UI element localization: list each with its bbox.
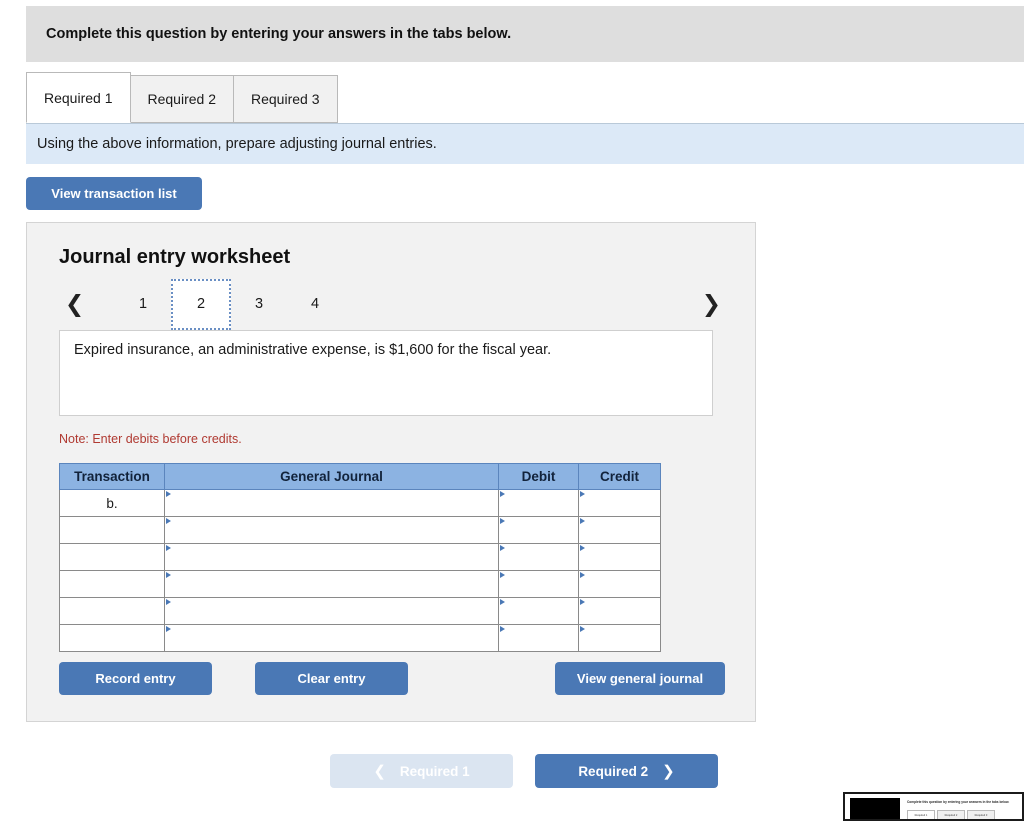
chevron-right-icon[interactable]: ❯ bbox=[702, 292, 721, 316]
column-header-general-journal: General Journal bbox=[164, 463, 499, 490]
cell-credit[interactable] bbox=[578, 516, 661, 544]
cell-transaction[interactable] bbox=[59, 597, 165, 625]
chevron-right-icon: ❯ bbox=[662, 763, 675, 780]
table-row bbox=[59, 543, 661, 571]
view-transaction-list-button[interactable]: View transaction list bbox=[26, 177, 202, 210]
dropdown-marker-icon bbox=[580, 545, 585, 551]
tab-required-1[interactable]: Required 1 bbox=[26, 72, 131, 123]
cell-general-journal[interactable] bbox=[164, 624, 499, 652]
cell-credit[interactable] bbox=[578, 597, 661, 625]
dropdown-marker-icon bbox=[166, 518, 171, 524]
sub-instruction-banner: Using the above information, prepare adj… bbox=[26, 123, 1024, 164]
dropdown-marker-icon bbox=[166, 545, 171, 551]
cell-general-journal[interactable] bbox=[164, 516, 499, 544]
pip-video-thumbnail bbox=[850, 798, 900, 819]
chevron-left-icon: ❮ bbox=[373, 763, 386, 780]
dropdown-marker-icon bbox=[500, 572, 505, 578]
cell-transaction[interactable] bbox=[59, 516, 165, 544]
record-entry-button[interactable]: Record entry bbox=[59, 662, 212, 695]
tab-label: Required 2 bbox=[147, 91, 217, 107]
pager-page-list: 1 2 3 4 bbox=[115, 278, 343, 330]
instruction-banner-text: Complete this question by entering your … bbox=[46, 26, 512, 42]
dropdown-marker-icon bbox=[166, 599, 171, 605]
dropdown-marker-icon bbox=[500, 545, 505, 551]
journal-entry-table-wrapper: Transaction General Journal Debit Credit… bbox=[59, 463, 661, 652]
table-row bbox=[59, 516, 661, 544]
tab-strip: Required 1 Required 2 Required 3 bbox=[26, 72, 1024, 123]
dropdown-marker-icon bbox=[580, 599, 585, 605]
table-row bbox=[59, 597, 661, 625]
dropdown-marker-icon bbox=[500, 518, 505, 524]
pip-mini-tab-2: Required 2 bbox=[937, 810, 965, 819]
tab-label: Required 1 bbox=[44, 89, 113, 106]
table-row bbox=[59, 624, 661, 652]
view-general-journal-button[interactable]: View general journal bbox=[555, 662, 725, 695]
pager-page-3[interactable]: 3 bbox=[231, 281, 287, 327]
dropdown-marker-icon bbox=[580, 518, 585, 524]
dropdown-marker-icon bbox=[166, 491, 171, 497]
cell-debit[interactable] bbox=[498, 597, 579, 625]
cell-transaction[interactable] bbox=[59, 624, 165, 652]
picture-in-picture-preview[interactable]: Complete this question by entering your … bbox=[843, 792, 1024, 821]
cell-general-journal[interactable] bbox=[164, 570, 499, 598]
dropdown-marker-icon bbox=[500, 599, 505, 605]
column-header-credit: Credit bbox=[578, 463, 661, 490]
column-header-transaction: Transaction bbox=[59, 463, 165, 490]
table-row bbox=[59, 570, 661, 598]
tab-label: Required 3 bbox=[251, 91, 320, 107]
chevron-left-icon[interactable]: ❮ bbox=[65, 292, 84, 316]
nav-next-required-2-button[interactable]: Required 2 ❯ bbox=[535, 754, 718, 788]
table-header-row: Transaction General Journal Debit Credit bbox=[59, 463, 661, 490]
cell-general-journal[interactable] bbox=[164, 489, 499, 517]
worksheet-pager: ❮ 1 2 3 4 ❯ bbox=[59, 278, 725, 330]
dropdown-marker-icon bbox=[580, 626, 585, 632]
pip-mini-tab-3: Required 3 bbox=[967, 810, 995, 819]
tab-required-2[interactable]: Required 2 bbox=[129, 75, 234, 123]
cell-credit[interactable] bbox=[578, 489, 661, 517]
nav-prev-label: Required 1 bbox=[399, 763, 470, 779]
table-row: b. bbox=[59, 489, 661, 517]
cell-debit[interactable] bbox=[498, 489, 579, 517]
cell-debit[interactable] bbox=[498, 516, 579, 544]
clear-entry-button[interactable]: Clear entry bbox=[255, 662, 408, 695]
cell-debit[interactable] bbox=[498, 570, 579, 598]
dropdown-marker-icon bbox=[580, 572, 585, 578]
pip-mini-tab-strip: Required 1 Required 2 Required 3 bbox=[907, 810, 995, 819]
dropdown-marker-icon bbox=[166, 626, 171, 632]
bottom-navigation: ❮ Required 1 Required 2 ❯ bbox=[330, 754, 718, 788]
dropdown-marker-icon bbox=[166, 572, 171, 578]
column-header-debit: Debit bbox=[498, 463, 579, 490]
cell-transaction[interactable] bbox=[59, 543, 165, 571]
pager-page-4[interactable]: 4 bbox=[287, 281, 343, 327]
instruction-banner: Complete this question by entering your … bbox=[26, 6, 1024, 62]
dropdown-marker-icon bbox=[500, 626, 505, 632]
pip-mini-tab-1: Required 1 bbox=[907, 810, 935, 819]
dropdown-marker-icon bbox=[500, 491, 505, 497]
pip-mini-title: Complete this question by entering your … bbox=[907, 800, 1010, 804]
journal-entry-worksheet-panel: Journal entry worksheet ❮ 1 2 3 4 ❯ Expi… bbox=[26, 222, 756, 722]
cell-credit[interactable] bbox=[578, 543, 661, 571]
debits-before-credits-note: Note: Enter debits before credits. bbox=[59, 432, 242, 446]
cell-debit[interactable] bbox=[498, 543, 579, 571]
sub-instruction-text: Using the above information, prepare adj… bbox=[37, 136, 437, 152]
nav-prev-required-1-button[interactable]: ❮ Required 1 bbox=[330, 754, 513, 788]
pager-page-2[interactable]: 2 bbox=[171, 278, 231, 330]
tab-required-3[interactable]: Required 3 bbox=[233, 75, 338, 123]
cell-transaction[interactable] bbox=[59, 570, 165, 598]
pager-page-1[interactable]: 1 bbox=[115, 281, 171, 327]
cell-transaction[interactable]: b. bbox=[59, 489, 165, 517]
dropdown-marker-icon bbox=[580, 491, 585, 497]
cell-debit[interactable] bbox=[498, 624, 579, 652]
cell-general-journal[interactable] bbox=[164, 597, 499, 625]
cell-general-journal[interactable] bbox=[164, 543, 499, 571]
journal-entry-table: Transaction General Journal Debit Credit… bbox=[59, 463, 661, 652]
transaction-description-text: Expired insurance, an administrative exp… bbox=[74, 342, 552, 358]
nav-next-label: Required 2 bbox=[578, 763, 649, 779]
worksheet-action-row: Record entry Clear entry View general jo… bbox=[59, 662, 725, 695]
cell-credit[interactable] bbox=[578, 624, 661, 652]
transaction-description-box: Expired insurance, an administrative exp… bbox=[59, 330, 713, 416]
cell-credit[interactable] bbox=[578, 570, 661, 598]
worksheet-title: Journal entry worksheet bbox=[59, 246, 291, 268]
